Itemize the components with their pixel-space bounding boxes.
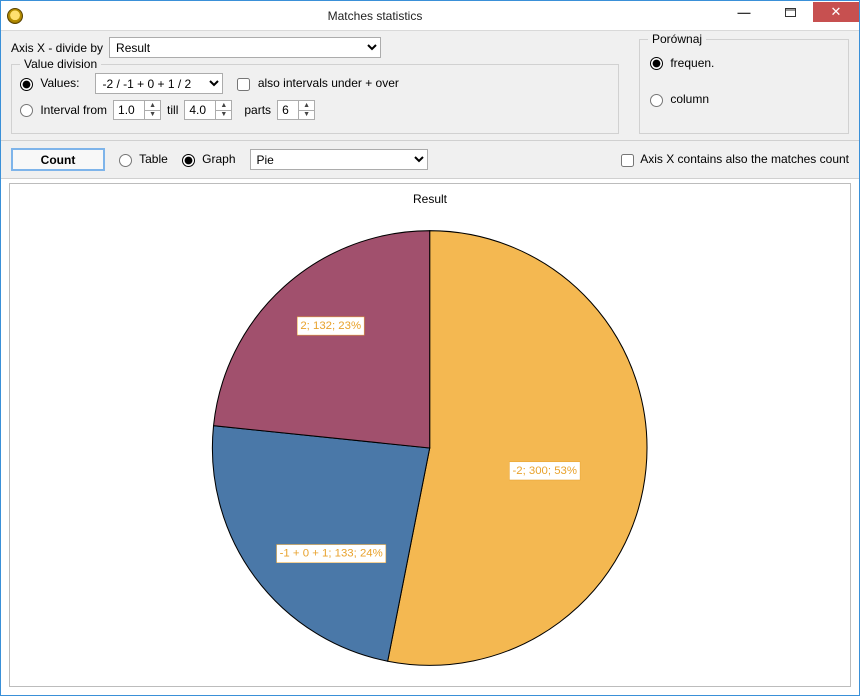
compare-frequen-label: frequen.: [670, 56, 714, 70]
till-label: till: [167, 103, 178, 117]
also-intervals-input[interactable]: [237, 78, 250, 91]
parts-label: parts: [244, 103, 271, 117]
graph-type-select[interactable]: Pie: [250, 149, 428, 170]
axis-x-label: Axis X - divide by: [11, 41, 103, 55]
graph-radio[interactable]: Graph: [182, 152, 236, 166]
interval-radio[interactable]: Interval from: [20, 103, 107, 117]
chart-area: Result -2; 300; 53% -1 + 0 + 1; 133; 24% 2…: [1, 179, 859, 695]
minimize-button[interactable]: —: [721, 2, 767, 22]
axis-x-matches-label: Axis X contains also the matches count: [640, 152, 849, 166]
compare-legend: Porównaj: [648, 32, 706, 46]
interval-radio-input[interactable]: [20, 104, 33, 117]
value-division-group: Value division Values: -2 / -1 + 0 + 1 /…: [11, 64, 619, 134]
chevron-up-icon[interactable]: ▲: [298, 101, 314, 111]
chevron-up-icon[interactable]: ▲: [215, 101, 231, 111]
interval-to-spinner[interactable]: ▲▼: [184, 100, 232, 120]
pie-data-label: 2; 132; 23%: [301, 320, 362, 332]
maximize-button[interactable]: [767, 2, 813, 22]
chevron-down-icon[interactable]: ▼: [215, 111, 231, 120]
top-panel: Axis X - divide by Result Value division…: [1, 31, 859, 141]
graph-radio-input[interactable]: [182, 154, 195, 167]
table-radio[interactable]: Table: [119, 152, 168, 166]
chevron-down-icon[interactable]: ▼: [144, 111, 160, 120]
values-radio-input[interactable]: [20, 78, 33, 91]
chevron-down-icon[interactable]: ▼: [298, 111, 314, 120]
table-radio-label: Table: [139, 152, 168, 166]
compare-config: Porównaj frequen. column: [639, 37, 849, 132]
compare-group: Porównaj frequen. column: [639, 39, 849, 134]
pie-chart: -2; 300; 53% -1 + 0 + 1; 133; 24% 2; 132; …: [171, 210, 688, 686]
interval-from-input[interactable]: [114, 101, 144, 119]
values-select[interactable]: -2 / -1 + 0 + 1 / 2: [95, 73, 223, 94]
chart-title: Result: [413, 192, 447, 206]
compare-column-radio[interactable]: column: [650, 92, 709, 106]
axis-x-matches-check[interactable]: Axis X contains also the matches count: [621, 152, 849, 166]
interval-to-input[interactable]: [185, 101, 215, 119]
parts-input[interactable]: [278, 101, 298, 119]
chevron-up-icon[interactable]: ▲: [144, 101, 160, 111]
graph-radio-label: Graph: [202, 152, 235, 166]
compare-column-input[interactable]: [650, 94, 663, 107]
interval-radio-label: Interval from: [40, 103, 107, 117]
also-intervals-check[interactable]: also intervals under + over: [237, 76, 398, 90]
pie-slice: [214, 231, 430, 448]
table-radio-input[interactable]: [119, 154, 132, 167]
window-title: Matches statistics: [29, 9, 721, 23]
compare-column-label: column: [670, 92, 709, 106]
compare-frequen-input[interactable]: [650, 57, 663, 70]
also-intervals-label: also intervals under + over: [258, 76, 399, 90]
app-icon: [7, 8, 23, 24]
values-radio-label: Values:: [40, 76, 79, 90]
count-button[interactable]: Count: [11, 148, 105, 171]
window-controls: — ✕: [721, 1, 859, 30]
toolbar: Count Table Graph Pie Axis X contains al…: [1, 141, 859, 179]
titlebar: Matches statistics — ✕: [1, 1, 859, 31]
axis-x-select[interactable]: Result: [109, 37, 381, 58]
chart-frame: Result -2; 300; 53% -1 + 0 + 1; 133; 24% 2…: [9, 183, 851, 687]
pie-data-label: -1 + 0 + 1; 133; 24%: [280, 548, 383, 560]
parts-spinner[interactable]: ▲▼: [277, 100, 315, 120]
compare-frequen-radio[interactable]: frequen.: [650, 56, 714, 70]
axis-x-matches-input[interactable]: [621, 154, 634, 167]
value-division-legend: Value division: [20, 57, 101, 71]
close-button[interactable]: ✕: [813, 2, 859, 22]
axis-config: Axis X - divide by Result Value division…: [11, 37, 619, 132]
values-radio[interactable]: Values:: [20, 76, 79, 90]
interval-from-spinner[interactable]: ▲▼: [113, 100, 161, 120]
pie-data-label: -2; 300; 53%: [513, 465, 578, 477]
